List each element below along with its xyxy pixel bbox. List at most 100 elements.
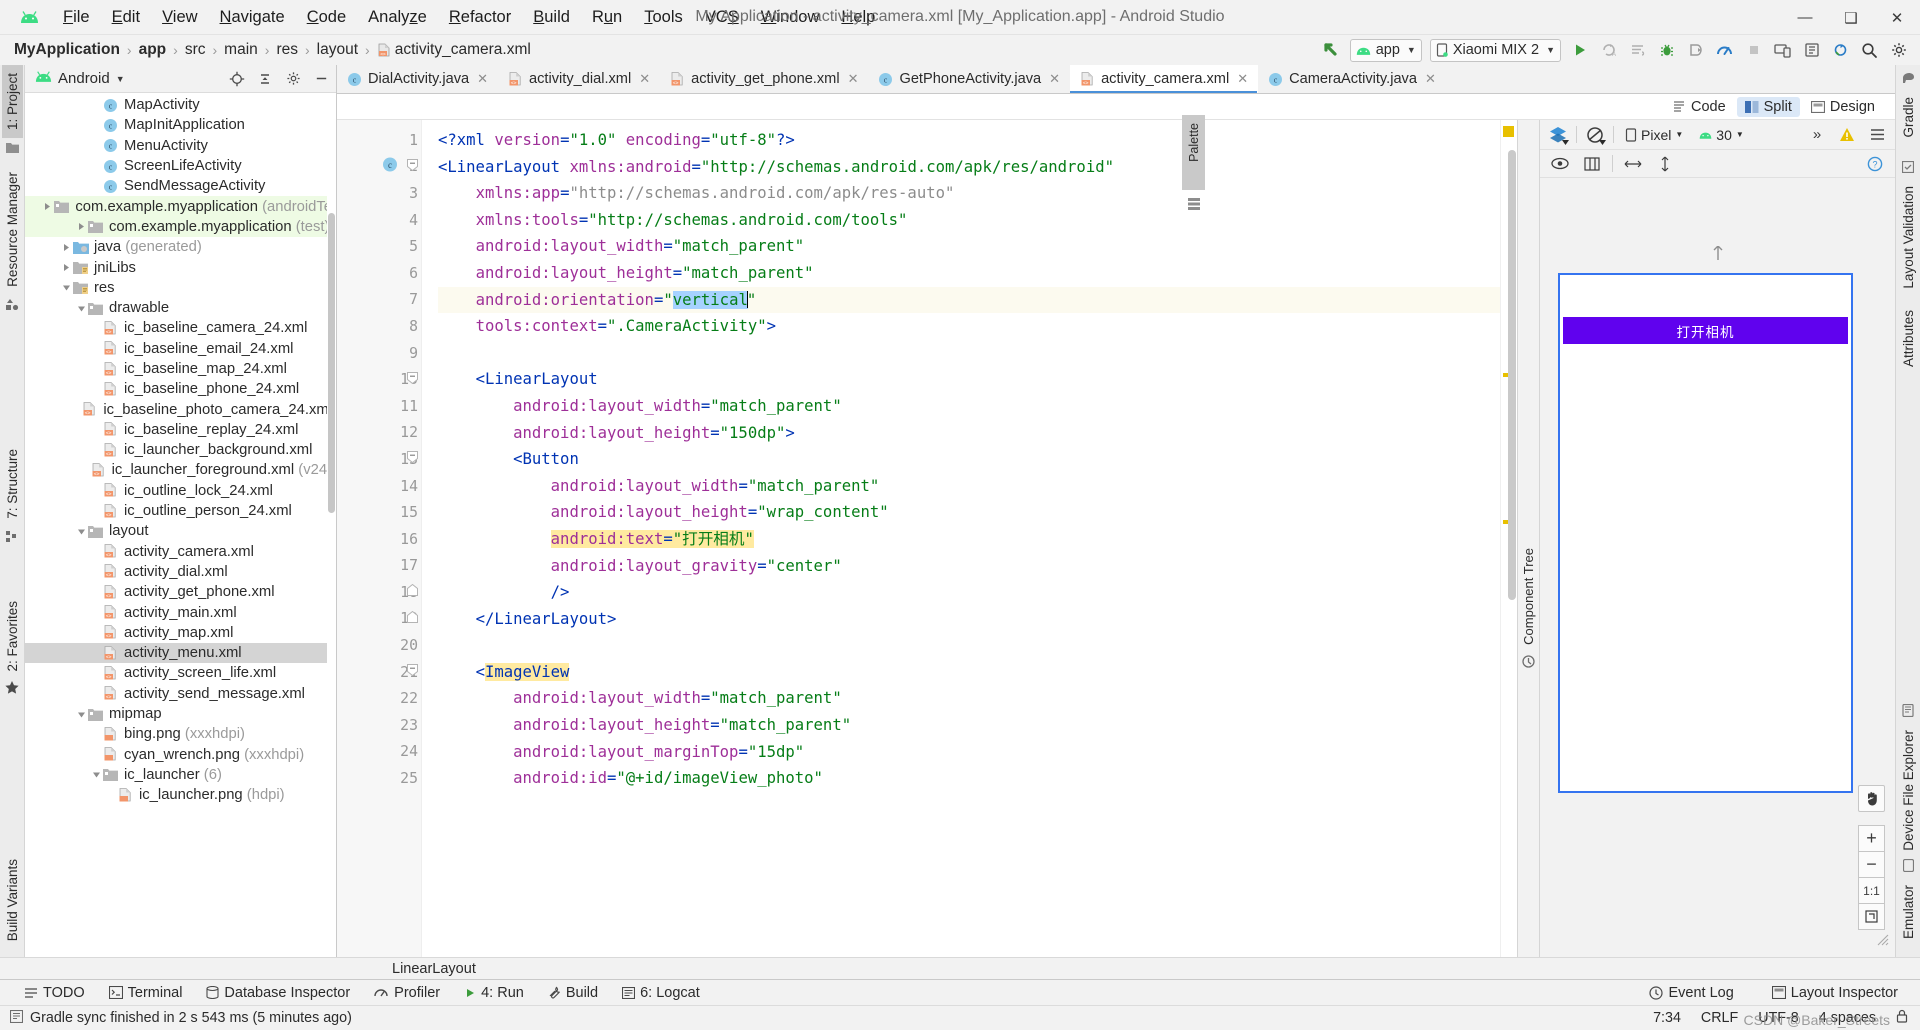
menu-window[interactable]: Window bbox=[750, 5, 831, 30]
tree-expand-arrow-icon[interactable] bbox=[42, 201, 53, 212]
gutter-line[interactable]: 19 bbox=[337, 606, 421, 633]
breadcrumb-item-res[interactable]: res bbox=[276, 41, 298, 59]
apply-code-changes-icon[interactable] bbox=[1624, 37, 1651, 63]
zoom-out-button[interactable]: − bbox=[1858, 851, 1885, 878]
code-line[interactable] bbox=[438, 632, 1500, 659]
close-icon[interactable]: ✕ bbox=[475, 71, 490, 87]
menu-refactor[interactable]: Refactor bbox=[438, 5, 522, 30]
close-icon[interactable]: ✕ bbox=[1423, 71, 1438, 87]
tree-item[interactable]: java (generated) bbox=[25, 237, 336, 257]
hide-panel-icon[interactable] bbox=[310, 68, 332, 90]
tree-expand-arrow-icon[interactable] bbox=[76, 221, 87, 232]
gutter-line[interactable]: c2 bbox=[337, 154, 421, 181]
tree-item[interactable]: drawable bbox=[25, 298, 336, 318]
tree-item[interactable]: <>activity_camera.xml bbox=[25, 542, 336, 562]
breadcrumb-item-file[interactable]: activity_camera.xml bbox=[395, 41, 531, 59]
tree-expand-arrow-icon[interactable] bbox=[91, 323, 102, 334]
tree-item[interactable]: <>activity_main.xml bbox=[25, 602, 336, 622]
minimize-button[interactable]: — bbox=[1782, 0, 1828, 35]
sidebar-item-favorites[interactable]: 2: Favorites bbox=[2, 593, 23, 680]
tree-expand-arrow-icon[interactable] bbox=[91, 587, 102, 598]
editor-tab[interactable]: <>activity_camera.xml✕ bbox=[1070, 65, 1258, 93]
tree-expand-arrow-icon[interactable] bbox=[61, 262, 72, 273]
tree-item[interactable]: <>ic_baseline_camera_24.xml bbox=[25, 318, 336, 338]
zoom-fit-screen-button[interactable] bbox=[1858, 903, 1885, 930]
code-line[interactable]: android:layout_height="match_parent" bbox=[438, 712, 1500, 739]
tree-item[interactable]: <>ic_baseline_photo_camera_24.xml bbox=[25, 399, 336, 419]
device-config-selector[interactable]: Pixel ▼ bbox=[1620, 125, 1688, 145]
zoom-actual-size-button[interactable]: 1:1 bbox=[1858, 877, 1885, 904]
code-line[interactable]: xmlns:app="http://schemas.android.com/ap… bbox=[438, 180, 1500, 207]
code-line[interactable]: android:orientation="vertical" bbox=[438, 287, 1500, 314]
tree-expand-arrow-icon[interactable] bbox=[70, 404, 81, 415]
tree-item[interactable]: jniLibs bbox=[25, 257, 336, 277]
tree-item[interactable]: cMenuActivity bbox=[25, 136, 336, 156]
tree-item[interactable]: <>ic_outline_lock_24.xml bbox=[25, 481, 336, 501]
preview-open-camera-button[interactable]: 打开相机 bbox=[1563, 317, 1848, 344]
tool-window-todo[interactable]: TODO bbox=[12, 982, 97, 1004]
code-line[interactable]: android:layout_height="wrap_content" bbox=[438, 499, 1500, 526]
caret-position[interactable]: 7:34 bbox=[1653, 1010, 1681, 1026]
editor-tab[interactable]: cCameraActivity.java✕ bbox=[1258, 65, 1446, 93]
gutter-line[interactable]: 9 bbox=[337, 340, 421, 367]
gutter-line[interactable]: 13 bbox=[337, 446, 421, 473]
tree-item[interactable]: com.example.myapplication (test) bbox=[25, 217, 336, 237]
code-line[interactable]: <LinearLayout bbox=[438, 366, 1500, 393]
attach-debugger-icon[interactable] bbox=[1682, 37, 1709, 63]
layers-icon[interactable] bbox=[1546, 123, 1570, 147]
gutter-line[interactable]: 20 bbox=[337, 632, 421, 659]
tree-expand-arrow-icon[interactable] bbox=[91, 668, 102, 679]
close-icon[interactable]: ✕ bbox=[1047, 71, 1062, 87]
gutter-line[interactable]: 21 bbox=[337, 659, 421, 686]
code-line[interactable]: <LinearLayout xmlns:android="http://sche… bbox=[438, 154, 1500, 181]
tree-item[interactable]: cMapInitApplication bbox=[25, 115, 336, 135]
apply-changes-icon[interactable]: A bbox=[1595, 37, 1622, 63]
tree-item[interactable]: cyan_wrench.png (xxxhdpi) bbox=[25, 745, 336, 765]
warning-icon[interactable] bbox=[1835, 123, 1859, 147]
collapse-all-icon[interactable] bbox=[254, 68, 276, 90]
tree-item[interactable]: res bbox=[25, 278, 336, 298]
pan-tool-button[interactable] bbox=[1858, 785, 1885, 812]
code-line[interactable]: android:layout_gravity="center" bbox=[438, 553, 1500, 580]
code-line[interactable]: </LinearLayout> bbox=[438, 606, 1500, 633]
tree-item[interactable]: <>activity_map.xml bbox=[25, 623, 336, 643]
fold-collapse-icon[interactable] bbox=[407, 663, 418, 681]
tool-window-run[interactable]: 4: Run bbox=[452, 982, 536, 1004]
sync-gradle-icon[interactable] bbox=[1827, 37, 1854, 63]
maximize-button[interactable]: ❑ bbox=[1828, 0, 1874, 35]
gutter-line[interactable]: 8 bbox=[337, 313, 421, 340]
tree-item[interactable]: ic_launcher (6) bbox=[25, 765, 336, 785]
tree-item[interactable]: <>activity_get_phone.xml bbox=[25, 582, 336, 602]
sidebar-item-project[interactable]: 1: Project bbox=[2, 65, 23, 138]
breadcrumb-item-layout[interactable]: layout bbox=[317, 41, 358, 59]
back-arrow-icon[interactable] bbox=[1318, 37, 1345, 63]
project-scrollbar[interactable] bbox=[327, 93, 336, 957]
preview-canvas[interactable]: 打开相机 + − 1:1 bbox=[1540, 178, 1895, 957]
device-preview-frame[interactable]: 打开相机 bbox=[1558, 273, 1853, 793]
eye-icon[interactable] bbox=[1548, 152, 1572, 176]
lock-icon[interactable] bbox=[1896, 1009, 1908, 1027]
arrows-v-icon[interactable] bbox=[1653, 152, 1677, 176]
close-button[interactable]: ✕ bbox=[1874, 0, 1920, 35]
code-line[interactable] bbox=[438, 340, 1500, 367]
sidebar-item-emulator[interactable]: Emulator bbox=[1898, 877, 1919, 947]
run-icon[interactable] bbox=[1566, 37, 1593, 63]
close-icon[interactable]: ✕ bbox=[637, 71, 652, 87]
gutter-line[interactable]: 10 bbox=[337, 366, 421, 393]
sdk-manager-icon[interactable] bbox=[1798, 37, 1825, 63]
tree-item[interactable]: <>ic_launcher_foreground.xml (v24) bbox=[25, 460, 336, 480]
menu-navigate[interactable]: Navigate bbox=[209, 5, 296, 30]
tree-expand-arrow-icon[interactable] bbox=[91, 445, 102, 456]
resize-handle-icon[interactable] bbox=[1877, 933, 1889, 951]
menu-analyze[interactable]: Analyze bbox=[357, 5, 438, 30]
tree-item[interactable]: cMapActivity bbox=[25, 95, 336, 115]
module-selector[interactable]: app ▼ bbox=[1350, 39, 1422, 62]
code-line[interactable]: android:layout_width="match_parent" bbox=[438, 685, 1500, 712]
close-icon[interactable]: ✕ bbox=[1235, 71, 1250, 87]
tree-item[interactable]: layout bbox=[25, 521, 336, 541]
api-level-selector[interactable]: 30 ▼ bbox=[1694, 125, 1749, 145]
gutter-line[interactable]: 4 bbox=[337, 207, 421, 234]
tab-code-mode[interactable]: Code bbox=[1664, 97, 1734, 117]
tree-item[interactable]: bing.png (xxxhdpi) bbox=[25, 724, 336, 744]
settings-gear-icon[interactable] bbox=[1885, 37, 1912, 63]
